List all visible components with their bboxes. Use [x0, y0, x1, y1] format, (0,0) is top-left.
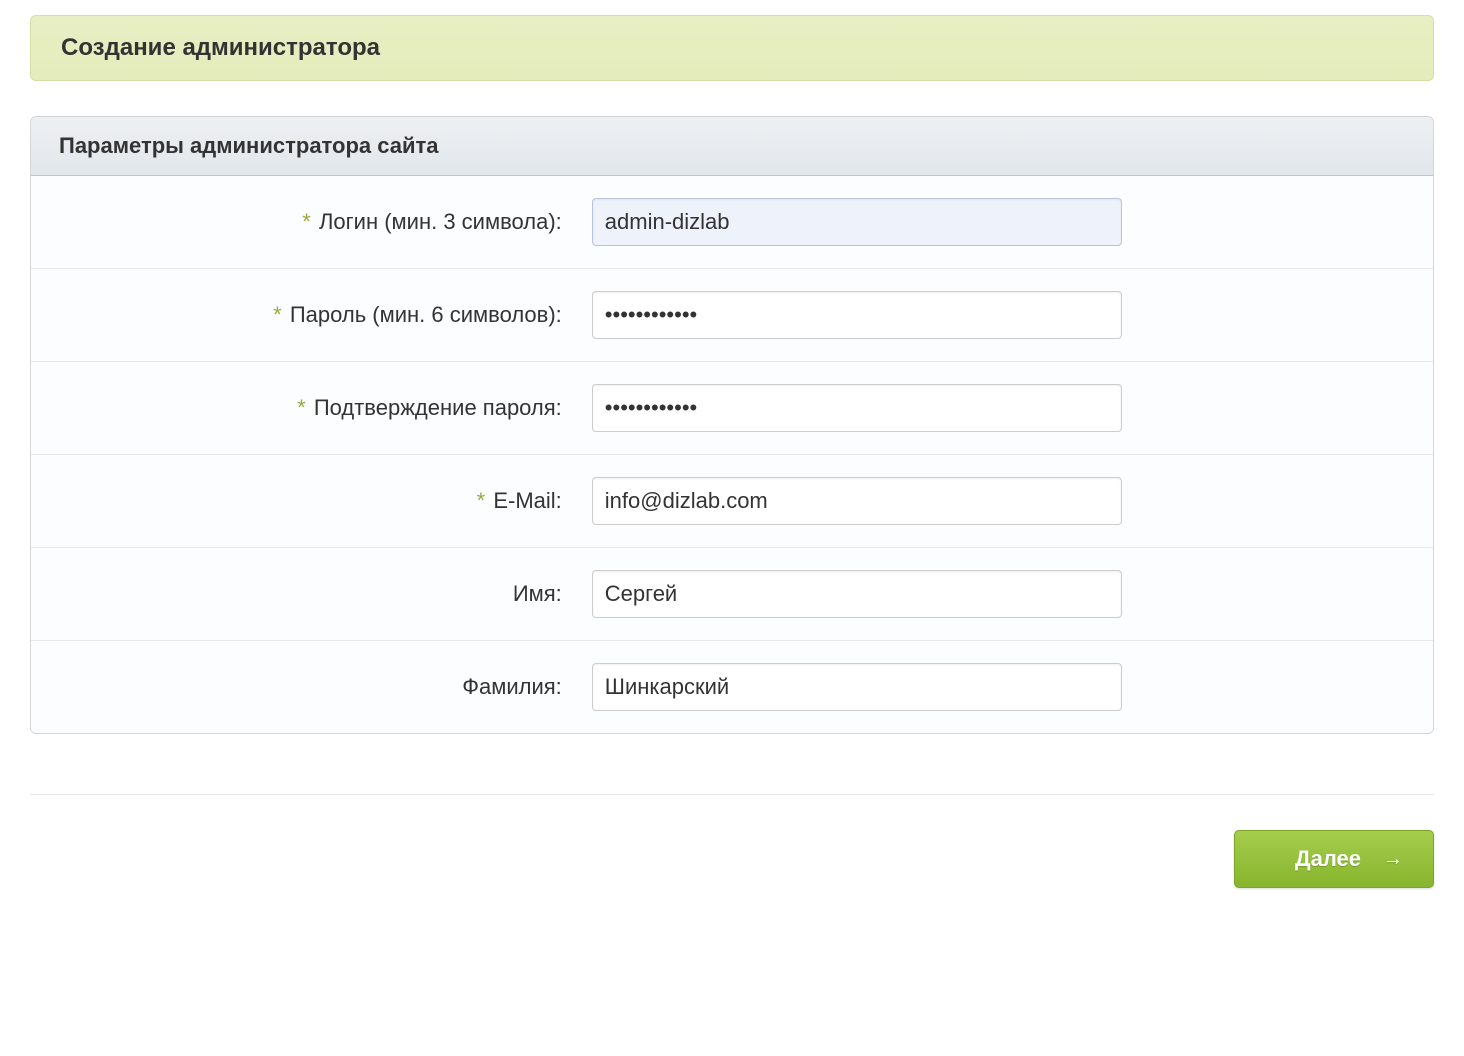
required-mark: * — [297, 395, 306, 420]
required-mark: * — [477, 488, 486, 513]
row-email: * E-Mail: — [31, 455, 1433, 548]
row-password-confirm: * Подтверждение пароля: — [31, 362, 1433, 455]
password-confirm-input[interactable] — [592, 384, 1122, 432]
label-password: * Пароль (мин. 6 символов): — [31, 302, 592, 328]
form-table: * Логин (мин. 3 символа): * Пароль (мин.… — [31, 176, 1433, 733]
panel-title: Параметры администратора сайта — [59, 133, 1405, 159]
label-password-confirm: * Подтверждение пароля: — [31, 395, 592, 421]
label-lastname: Фамилия: — [31, 674, 592, 700]
panel-header: Параметры администратора сайта — [31, 117, 1433, 176]
row-lastname: Фамилия: — [31, 641, 1433, 733]
divider — [30, 794, 1434, 795]
password-input[interactable] — [592, 291, 1122, 339]
page-title: Создание администратора — [61, 34, 1403, 62]
page-header: Создание администратора — [30, 15, 1434, 81]
row-login: * Логин (мин. 3 символа): — [31, 176, 1433, 269]
next-button[interactable]: Далее → — [1234, 830, 1434, 888]
label-firstname: Имя: — [31, 581, 592, 607]
login-input[interactable] — [592, 198, 1122, 246]
arrow-right-icon: → — [1383, 849, 1403, 869]
required-mark: * — [273, 302, 282, 327]
email-input[interactable] — [592, 477, 1122, 525]
label-email: * E-Mail: — [31, 488, 592, 514]
admin-params-panel: Параметры администратора сайта * Логин (… — [30, 116, 1434, 734]
required-mark: * — [302, 209, 311, 234]
button-row: Далее → — [30, 830, 1434, 888]
row-password: * Пароль (мин. 6 символов): — [31, 269, 1433, 362]
next-button-label: Далее — [1295, 846, 1361, 872]
row-firstname: Имя: — [31, 548, 1433, 641]
lastname-input[interactable] — [592, 663, 1122, 711]
firstname-input[interactable] — [592, 570, 1122, 618]
label-login: * Логин (мин. 3 символа): — [31, 209, 592, 235]
